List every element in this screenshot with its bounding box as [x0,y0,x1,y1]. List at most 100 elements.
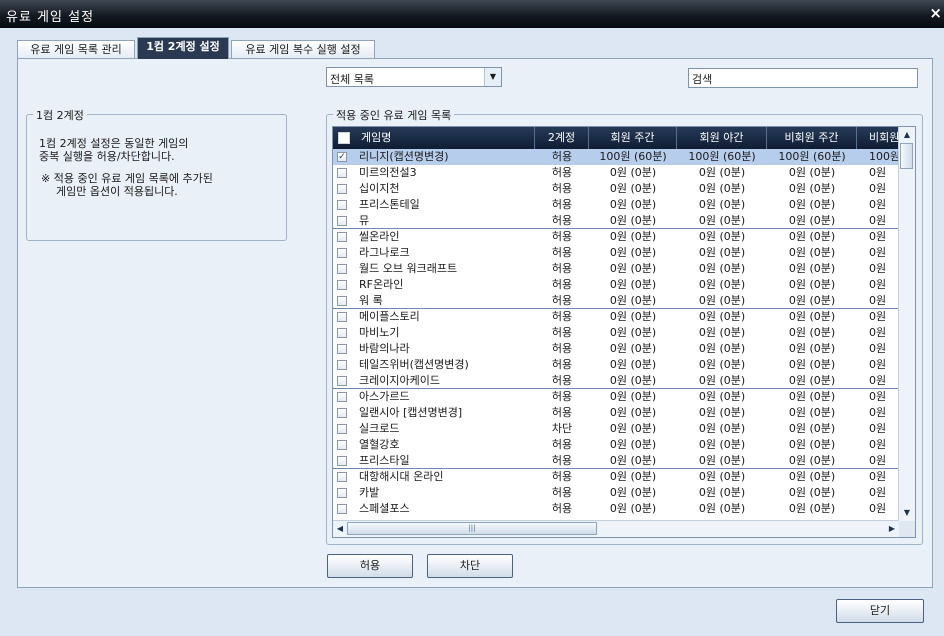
close-button[interactable]: 닫기 [836,599,924,623]
vertical-scrollbar[interactable]: ▲ ▼ [898,127,915,521]
row-checkbox[interactable] [337,200,347,210]
row-checkbox[interactable] [337,472,347,482]
row-checkbox[interactable] [337,248,347,258]
column-header-member-night[interactable]: 회원 야간 [677,127,767,149]
table-row[interactable]: 바람의나라 허용 0원 (0분) 0원 (0분) 0원 (0분) 0원 [333,341,899,357]
table-row[interactable]: 아스가르드 허용 0원 (0분) 0원 (0분) 0원 (0분) 0원 [333,389,899,405]
scroll-thumb[interactable]: ||| [347,522,597,535]
allow-button[interactable]: 허용 [327,554,413,578]
row-checkbox[interactable] [337,328,347,338]
arrow-down-icon[interactable]: ▼ [899,506,915,520]
table-row[interactable]: 월드 오브 워크래프트 허용 0원 (0분) 0원 (0분) 0원 (0분) 0원 [333,261,899,277]
column-header-guest-day[interactable]: 비회원 주간 [767,127,857,149]
block-button[interactable]: 차단 [427,554,513,578]
row-checkbox[interactable] [337,312,347,322]
row-checkbox[interactable] [337,488,347,498]
table-cell-v3: 0원 (0분) [788,438,836,451]
table-cell-v1: 0원 (0분) [609,454,657,467]
table-cell-v2: 0원 (0분) [698,198,746,211]
table-cell-v1: 100원 (60분) [599,150,667,163]
table-cell-v4: 0원 [869,374,887,387]
table-row[interactable]: 스페셜포스 허용 0원 (0분) 0원 (0분) 0원 (0분) 0원 [333,501,899,517]
table-row[interactable]: 마비노기 허용 0원 (0분) 0원 (0분) 0원 (0분) 0원 [333,325,899,341]
row-checkbox[interactable] [337,184,347,194]
table-cell-v4: 0원 [869,294,887,307]
table-row[interactable]: 실크로드 차단 0원 (0분) 0원 (0분) 0원 (0분) 0원 [333,421,899,437]
table-row[interactable]: 일랜시아 [캡션명변경] 허용 0원 (0분) 0원 (0분) 0원 (0분) 0원 [333,405,899,421]
table-cell-v4: 0원 [869,406,887,419]
row-checkbox[interactable] [337,216,347,226]
table-row[interactable]: 카발 허용 0원 (0분) 0원 (0분) 0원 (0분) 0원 [333,485,899,501]
table-cell-v3: 0원 (0분) [788,374,836,387]
column-header-guest-night[interactable]: 비회원 [857,127,899,149]
two-account-group: 1컴 2계정 1컴 2계정 설정은 동일한 게임의 중복 실행을 허용/차단합니… [26,107,287,241]
table-cell-status: 허용 [551,278,573,291]
search-input[interactable]: 검색 [688,68,918,88]
table-cell-v2: 0원 (0분) [698,358,746,371]
row-checkbox[interactable] [337,504,347,514]
table-cell-name: 스페셜포스 [359,502,410,515]
column-header-member-day[interactable]: 회원 주간 [589,127,677,149]
table-cell-v1: 0원 (0분) [609,294,657,307]
row-checkbox[interactable] [337,344,347,354]
row-checkbox[interactable]: ✓ [337,152,347,162]
row-checkbox[interactable] [337,408,347,418]
chevron-down-icon[interactable]: ▼ [484,68,501,86]
table-row[interactable]: 프리스타일 허용 0원 (0분) 0원 (0분) 0원 (0분) 0원 [333,453,899,469]
table-cell-v2: 0원 (0분) [698,486,746,499]
row-checkbox[interactable] [337,456,347,466]
tab-multi-run[interactable]: 유료 게임 복수 실행 설정 [231,40,375,58]
table-cell-v3: 0원 (0분) [788,422,836,435]
list-filter-select[interactable]: 전체 목록 ▼ [326,67,502,87]
scroll-thumb[interactable] [900,143,913,169]
row-checkbox[interactable] [337,264,347,274]
row-checkbox[interactable] [337,232,347,242]
table-row[interactable]: 메이플스토리 허용 0원 (0분) 0원 (0분) 0원 (0분) 0원 [333,309,899,325]
table-cell-status: 허용 [551,454,573,467]
arrow-up-icon[interactable]: ▲ [899,128,915,142]
row-checkbox[interactable] [337,392,347,402]
table-cell-v4: 0원 [869,214,887,227]
table-cell-v1: 0원 (0분) [609,230,657,243]
table-cell-v2: 100원 (60분) [688,150,756,163]
arrow-right-icon[interactable]: ▶ [885,521,899,537]
table-row[interactable]: 대항해시대 온라인 허용 0원 (0분) 0원 (0분) 0원 (0분) 0원 [333,469,899,485]
tab-paid-game-list[interactable]: 유료 게임 목록 관리 [17,40,135,58]
table-row[interactable]: 미르의전설3 허용 0원 (0분) 0원 (0분) 0원 (0분) 0원 [333,165,899,181]
table-row[interactable]: ✓ 리니지(캡션명변경) 허용 100원 (60분) 100원 (60분) 100원 (6… [333,149,899,165]
table-cell-v4: 0원 [869,326,887,339]
row-checkbox[interactable] [337,376,347,386]
column-header-name[interactable]: 게임명 [355,127,535,149]
row-checkbox[interactable] [337,360,347,370]
row-checkbox[interactable] [337,440,347,450]
table-row[interactable]: 워 록 허용 0원 (0분) 0원 (0분) 0원 (0분) 0원 [333,293,899,309]
table-row[interactable]: 열혈강호 허용 0원 (0분) 0원 (0분) 0원 (0분) 0원 [333,437,899,453]
table-row[interactable]: 테일즈위버(캡션명변경) 허용 0원 (0분) 0원 (0분) 0원 (0분) 0원 [333,357,899,373]
row-checkbox[interactable] [337,168,347,178]
column-header-two-accounts[interactable]: 2계정 [535,127,589,149]
table-row[interactable]: 십이지천 허용 0원 (0분) 0원 (0분) 0원 (0분) 0원 [333,181,899,197]
table-row[interactable]: 크레이지아케이드 허용 0원 (0분) 0원 (0분) 0원 (0분) 0원 [333,373,899,389]
close-icon[interactable]: × [929,4,942,22]
table-cell-v2: 0원 (0분) [698,326,746,339]
table-cell-v1: 0원 (0분) [609,166,657,179]
table-row[interactable]: 프리스톤테일 허용 0원 (0분) 0원 (0분) 0원 (0분) 0원 [333,197,899,213]
table-row[interactable]: RF온라인 허용 0원 (0분) 0원 (0분) 0원 (0분) 0원 [333,277,899,293]
row-checkbox[interactable] [337,424,347,434]
table-cell-v3: 0원 (0분) [788,454,836,467]
table-cell-name: RF온라인 [359,278,404,291]
horizontal-scrollbar[interactable]: ◀ ||| ▶ [333,520,899,537]
table-row[interactable]: 뮤 허용 0원 (0분) 0원 (0분) 0원 (0분) 0원 [333,213,899,229]
list-filter-value: 전체 목록 [330,73,374,86]
row-checkbox[interactable] [337,296,347,306]
tab-two-accounts[interactable]: 1컴 2계정 설정 [137,37,229,59]
table-row[interactable]: 라그나로크 허용 0원 (0분) 0원 (0분) 0원 (0분) 0원 [333,245,899,261]
table-cell-v4: 0원 [869,166,887,179]
table-row[interactable]: 씰온라인 허용 0원 (0분) 0원 (0분) 0원 (0분) 0원 [333,229,899,245]
arrow-left-icon[interactable]: ◀ [333,521,347,537]
select-all-checkbox[interactable] [338,132,350,144]
table-cell-v3: 0원 (0분) [788,182,836,195]
table-cell-v3: 0원 (0분) [788,342,836,355]
table-cell-v2: 0원 (0분) [698,374,746,387]
row-checkbox[interactable] [337,280,347,290]
